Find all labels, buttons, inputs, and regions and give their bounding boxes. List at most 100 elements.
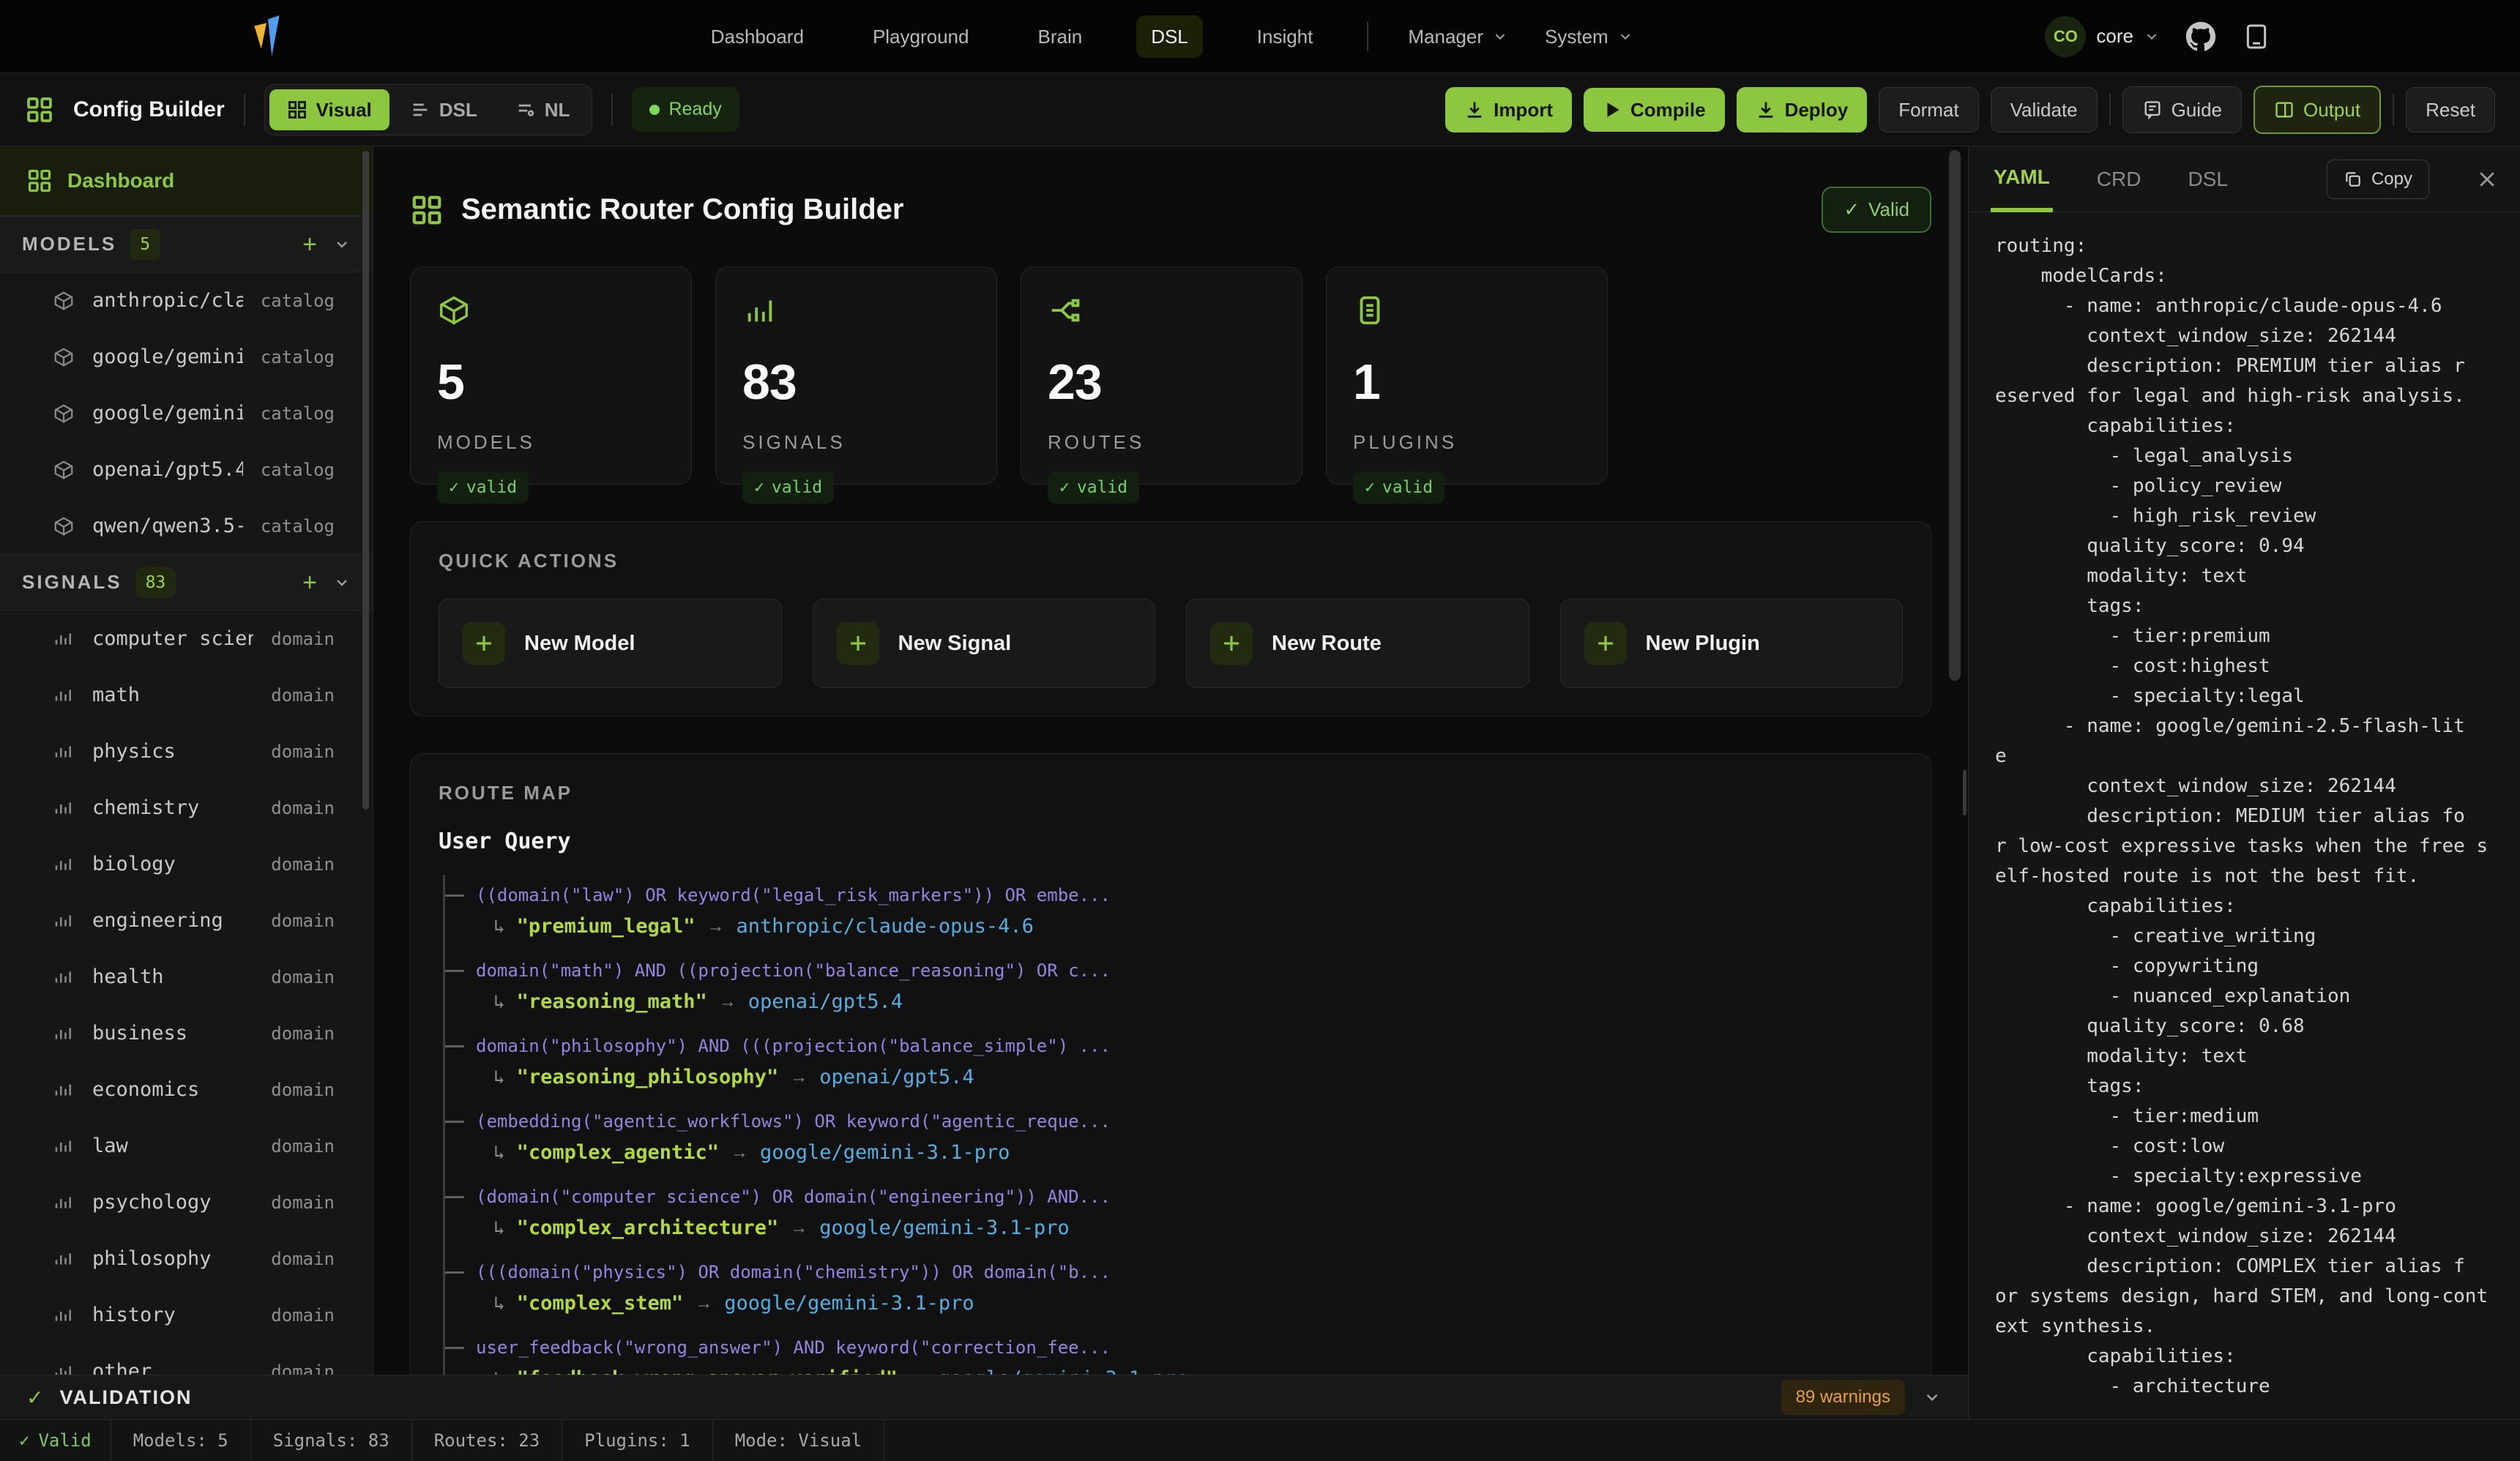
- nav-menu[interactable]: Manager: [1408, 27, 1508, 46]
- route-condition-row: user_feedback("wrong_answer") AND keywor…: [445, 1336, 1903, 1359]
- format-button[interactable]: Format: [1879, 87, 1978, 132]
- signal-name: physics: [92, 740, 176, 763]
- signal-bars-icon: [53, 1135, 75, 1157]
- code-line: - nuanced_explanation: [1995, 982, 2520, 1012]
- nav-item[interactable]: Insight: [1242, 15, 1328, 58]
- collapse-models-button[interactable]: [333, 236, 351, 253]
- signal-list-item[interactable]: history domain: [0, 1287, 373, 1343]
- tab-yaml[interactable]: YAML: [1991, 146, 2053, 212]
- reset-button[interactable]: Reset: [2406, 87, 2495, 132]
- signal-list-item[interactable]: economics domain: [0, 1061, 373, 1118]
- signal-name: psychology: [92, 1191, 212, 1214]
- warnings-badge[interactable]: 89 warnings: [1781, 1380, 1905, 1415]
- toolbar-actions: Import Compile Deploy Format Validate Gu…: [1445, 86, 2495, 134]
- return-arrow-icon: ↳: [493, 917, 505, 936]
- mode-switcher: Visual DSL NL: [264, 84, 593, 135]
- signal-list-item[interactable]: biology domain: [0, 836, 373, 892]
- collapse-signals-button[interactable]: [333, 574, 351, 591]
- tab-label: CRD: [2097, 168, 2141, 190]
- copy-button[interactable]: Copy: [2327, 160, 2429, 199]
- signal-list-item[interactable]: chemistry domain: [0, 780, 373, 836]
- signal-list-item[interactable]: computer science domain: [0, 610, 373, 667]
- device-preview-button[interactable]: [2242, 20, 2271, 53]
- model-list-item[interactable]: openai/gpt5.4 catalog: [0, 441, 373, 498]
- model-list-item[interactable]: google/gemini-2.… catalog: [0, 329, 373, 385]
- route-entry[interactable]: (embedding("agentic_workflows") OR keywo…: [445, 1110, 1903, 1165]
- tab-crd[interactable]: CRD: [2094, 146, 2144, 212]
- quick-action-button[interactable]: New Plugin: [1560, 599, 1904, 688]
- download-icon: [1756, 100, 1776, 120]
- code-line: eserved for legal and high-risk analysis…: [1995, 381, 2520, 411]
- import-button[interactable]: Import: [1445, 87, 1572, 132]
- mode-dsl-button[interactable]: DSL: [392, 89, 495, 130]
- status-cell: Mode: Visual: [713, 1420, 884, 1461]
- guide-button[interactable]: Guide: [2122, 86, 2242, 133]
- code-line: r low-cost expressive tasks when the fre…: [1995, 832, 2520, 862]
- signal-name: engineering: [92, 909, 223, 932]
- signal-list-item[interactable]: other domain: [0, 1343, 373, 1375]
- code-line: - creative_writing: [1995, 922, 2520, 952]
- signal-list-item[interactable]: law domain: [0, 1118, 373, 1174]
- user-menu[interactable]: co core: [2045, 16, 2160, 57]
- route-entry[interactable]: user_feedback("wrong_answer") AND keywor…: [445, 1336, 1903, 1375]
- compile-button[interactable]: Compile: [1584, 88, 1725, 132]
- download-icon: [1464, 100, 1485, 120]
- cube-icon: [53, 515, 75, 537]
- sidebar-scrollbar[interactable]: [362, 151, 369, 810]
- cube-icon: [53, 290, 75, 312]
- quick-action-button[interactable]: New Signal: [813, 599, 1156, 688]
- route-entry[interactable]: (domain("computer science") OR domain("e…: [445, 1185, 1903, 1241]
- nav-item[interactable]: Dashboard: [696, 15, 819, 58]
- model-list-item[interactable]: qwen/qwen3.5-rocm catalog: [0, 498, 373, 554]
- route-condition-row: (domain("computer science") OR domain("e…: [445, 1185, 1903, 1208]
- signal-list-item[interactable]: physics domain: [0, 723, 373, 780]
- nav-item[interactable]: Playground: [858, 15, 984, 58]
- signal-list-item[interactable]: psychology domain: [0, 1174, 373, 1230]
- quick-actions-grid: New Model New Signal New Route: [439, 599, 1903, 688]
- quick-action-button[interactable]: New Route: [1186, 599, 1529, 688]
- stat-card-routes: 23 ROUTES ✓valid: [1021, 266, 1302, 485]
- route-entry[interactable]: ((domain("law") OR keyword("legal_risk_m…: [445, 883, 1903, 939]
- quick-action-button[interactable]: New Model: [439, 599, 782, 688]
- model-list-item[interactable]: anthropic/claude… catalog: [0, 272, 373, 329]
- mode-nl-button[interactable]: NL: [498, 89, 588, 130]
- signal-list-item[interactable]: math domain: [0, 667, 373, 723]
- close-panel-button[interactable]: [2476, 168, 2498, 190]
- signal-list-item[interactable]: engineering domain: [0, 892, 373, 949]
- nav-menu[interactable]: System: [1545, 27, 1633, 46]
- stat-label: ROUTES: [1048, 431, 1275, 454]
- nav-item[interactable]: Brain: [1023, 15, 1097, 58]
- validate-button[interactable]: Validate: [1991, 87, 2098, 132]
- yaml-code-view[interactable]: routing: modelCards: - name: anthropic/c…: [1969, 212, 2520, 1419]
- route-destination-row: ↳ "feedback_wrong_answer_verified" → goo…: [445, 1367, 1903, 1375]
- models-count-badge: 5: [130, 229, 160, 260]
- add-model-button[interactable]: +: [302, 232, 317, 257]
- stats-row: 5 MODELS ✓valid 83 SIGNALS ✓valid 23 ROU…: [410, 266, 1931, 485]
- route-entry[interactable]: domain("philosophy") AND (((projection("…: [445, 1034, 1903, 1090]
- signal-type-tag: domain: [271, 798, 348, 818]
- signal-type-tag: domain: [271, 911, 348, 931]
- page-scrollbar[interactable]: [1963, 770, 1967, 815]
- signal-name: economics: [92, 1078, 199, 1101]
- add-signal-button[interactable]: +: [302, 570, 317, 595]
- signal-list-item[interactable]: philosophy domain: [0, 1230, 373, 1287]
- stat-card-plugins: 1 PLUGINS ✓valid: [1326, 266, 1608, 485]
- chevron-down-icon[interactable]: [1923, 1388, 1942, 1407]
- output-toggle-button[interactable]: Output: [2254, 86, 2381, 134]
- code-line: - tier:premium: [1995, 621, 2520, 651]
- nav-item[interactable]: DSL: [1136, 15, 1203, 58]
- signal-list-item[interactable]: health domain: [0, 949, 373, 1005]
- sidebar-item-dashboard[interactable]: Dashboard: [0, 146, 373, 216]
- mode-visual-button[interactable]: Visual: [269, 89, 389, 130]
- model-list-item[interactable]: google/gemini-3.… catalog: [0, 385, 373, 441]
- signal-list-item[interactable]: business domain: [0, 1005, 373, 1061]
- button-label: Output: [2303, 100, 2360, 119]
- github-link[interactable]: [2185, 20, 2217, 53]
- signal-type-tag: domain: [271, 1249, 348, 1269]
- route-entry[interactable]: (((domain("physics") OR domain("chemistr…: [445, 1260, 1903, 1316]
- tab-label: DSL: [2188, 168, 2227, 190]
- deploy-button[interactable]: Deploy: [1737, 87, 1868, 132]
- route-entry[interactable]: domain("math") AND ((projection("balance…: [445, 959, 1903, 1015]
- tab-dsl[interactable]: DSL: [2185, 146, 2230, 212]
- main-scrollbar[interactable]: [1949, 150, 1961, 681]
